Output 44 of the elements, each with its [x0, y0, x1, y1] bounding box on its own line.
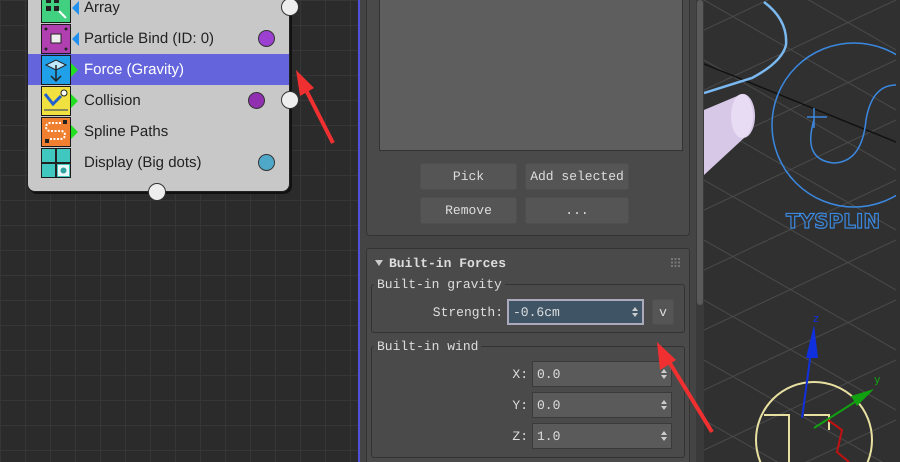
node-row[interactable]: Collision: [28, 85, 279, 116]
force-icon: [41, 54, 71, 84]
display-icon: [41, 148, 71, 178]
field-label: X:: [512, 366, 528, 382]
rollout-header[interactable]: Built-in Forces: [371, 249, 685, 277]
axis-label: z: [813, 312, 819, 325]
field-label: Y:: [512, 398, 528, 412]
port-dot[interactable]: [248, 92, 265, 109]
node-row[interactable]: Force (Gravity): [28, 54, 289, 85]
spinner-arrows-icon[interactable]: [660, 368, 668, 380]
spinner-arrows-icon[interactable]: [660, 399, 668, 411]
socket-circle[interactable]: [281, 91, 299, 109]
panel-button[interactable]: Add selected: [525, 163, 629, 190]
field-label: Z:: [512, 428, 528, 444]
viewport-logo-text: TYSPLIN: [786, 209, 880, 233]
spinner-field[interactable]: -0.6cm: [507, 299, 644, 325]
port-dot[interactable]: [258, 154, 275, 171]
bind-icon: [41, 24, 71, 54]
field-label: Strength:: [432, 304, 503, 320]
group-title: Built-in wind: [376, 339, 480, 354]
collision-icon: [41, 86, 71, 116]
collapse-triangle-icon[interactable]: [375, 259, 383, 267]
options-button[interactable]: v: [652, 299, 674, 325]
socket-circle[interactable]: [281, 0, 299, 16]
spline-icon: [41, 116, 71, 146]
rollout-title: Built-in Forces: [389, 256, 508, 270]
spinner-field[interactable]: 0.0: [532, 361, 672, 387]
node-row[interactable]: Spline Paths: [28, 116, 289, 147]
node-row[interactable]: Display (Big dots): [28, 147, 289, 178]
panel-button[interactable]: Remove: [420, 197, 517, 224]
panel-scrollbar[interactable]: [696, 0, 704, 462]
port-dot[interactable]: [258, 30, 275, 47]
node-row[interactable]: Array: [28, 0, 279, 23]
panel-button[interactable]: Pick: [420, 163, 517, 190]
axis-label: y: [874, 373, 881, 386]
spinner-arrows-icon[interactable]: [631, 306, 639, 318]
group-title: Built-in gravity: [376, 277, 503, 292]
spinner-field[interactable]: 0.0: [532, 392, 672, 418]
spinner-arrows-icon[interactable]: [660, 430, 668, 442]
socket-circle[interactable]: [148, 183, 166, 201]
panel-button[interactable]: ...: [525, 197, 629, 224]
node-row[interactable]: Particle Bind (ID: 0): [28, 23, 289, 54]
grip-icon: [671, 258, 681, 268]
spinner-field[interactable]: 1.0: [532, 423, 672, 449]
